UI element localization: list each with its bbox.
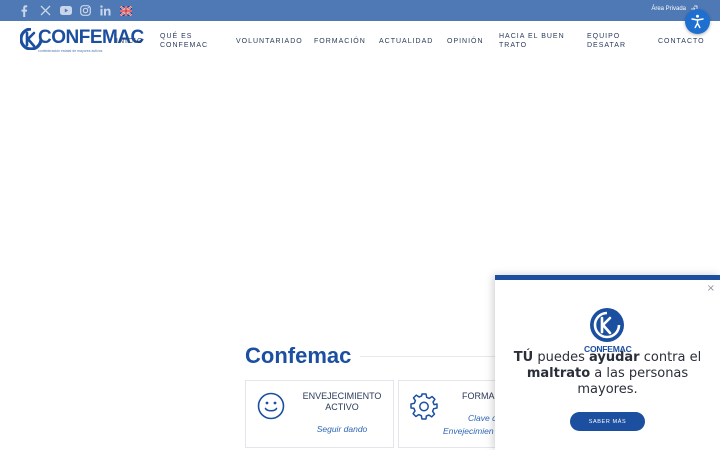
msg-part-6: a las personas mayores. — [577, 366, 689, 397]
card1-title: ENVEJECIMIENTO ACTIVO — [292, 391, 392, 413]
section-title: Confemac — [245, 343, 352, 368]
card1-link[interactable]: Seguir dando — [292, 423, 392, 436]
close-icon[interactable]: × — [707, 284, 715, 294]
nav-voluntariado[interactable]: VOLUNTARIADO — [236, 37, 303, 46]
nav-opinion[interactable]: OPINIÓN — [447, 37, 484, 46]
popup-logo: CONFEMAC — [584, 307, 632, 355]
nav-buen-trato-line2: TRATO — [499, 42, 528, 49]
nav-equipo-line2: DESATAR — [587, 42, 627, 49]
facebook-icon[interactable] — [20, 4, 28, 17]
nav-formacion[interactable]: FORMACIÓN — [314, 37, 366, 46]
nav-inicio[interactable]: INICIO — [116, 37, 143, 46]
card-envejecimiento-activo[interactable]: ENVEJECIMIENTO ACTIVO Seguir dando — [245, 380, 394, 448]
msg-part-2: puedes — [533, 350, 589, 365]
smiley-icon — [257, 392, 285, 420]
nav-que-es-line1: QUÉ ES — [160, 33, 193, 40]
msg-part-1: TÚ — [513, 350, 534, 365]
nav-que-es-line2: CONFEMAC — [160, 42, 209, 49]
uk-flag-icon[interactable] — [120, 4, 132, 17]
linkedin-icon[interactable] — [100, 4, 111, 17]
msg-part-4: contra el — [639, 350, 702, 365]
confemac-logo-icon — [590, 308, 624, 342]
card1-title-line1: ENVEJECIMIENTO — [302, 391, 382, 401]
card1-title-line2: ACTIVO — [325, 402, 359, 412]
nav-hacia-el-buen-trato[interactable]: HACIA EL BUEN TRATO — [499, 32, 565, 50]
card2-link-line2: Envejecimien — [443, 426, 494, 436]
accessibility-button[interactable] — [685, 9, 710, 34]
nav-contacto[interactable]: CONTACTO — [658, 37, 705, 46]
youtube-icon[interactable] — [60, 4, 72, 17]
nav-actualidad[interactable]: ACTUALIDAD — [379, 37, 433, 46]
card-formacion[interactable]: FORMAC Clave d Envejecimien — [398, 380, 508, 448]
gear-icon — [410, 393, 438, 420]
nav-equipo-desatar[interactable]: EQUIPO DESATAR — [587, 32, 626, 50]
card2-link-line1: Clave d — [468, 413, 497, 423]
accessibility-icon — [691, 14, 704, 29]
logo-tagline: confederación estatal de mayores activos — [38, 49, 103, 53]
area-privada-label: Área Privada — [651, 6, 686, 12]
top-bar: Área Privada — [0, 0, 720, 21]
instagram-icon[interactable] — [80, 4, 91, 17]
nav-que-es-confemac[interactable]: QUÉ ES CONFEMAC — [160, 32, 208, 50]
saber-mas-button[interactable]: SABER MÁS — [570, 412, 645, 431]
nav-buen-trato-line1: HACIA EL BUEN — [499, 33, 565, 40]
msg-part-3: ayudar — [589, 350, 640, 365]
title-divider — [360, 356, 500, 357]
msg-part-5: maltrato — [526, 366, 591, 381]
campaign-popup: × CONFEMAC TÚ puedes ayudar contra el ma… — [495, 275, 720, 450]
x-icon[interactable] — [40, 4, 51, 17]
nav-equipo-line1: EQUIPO — [587, 33, 621, 40]
popup-message: TÚ puedes ayudar contra el maltrato a la… — [505, 350, 710, 398]
site-logo[interactable]: CONFEMAC confederación estatal de mayore… — [20, 27, 144, 57]
main-header: CONFEMAC confederación estatal de mayore… — [0, 21, 720, 61]
